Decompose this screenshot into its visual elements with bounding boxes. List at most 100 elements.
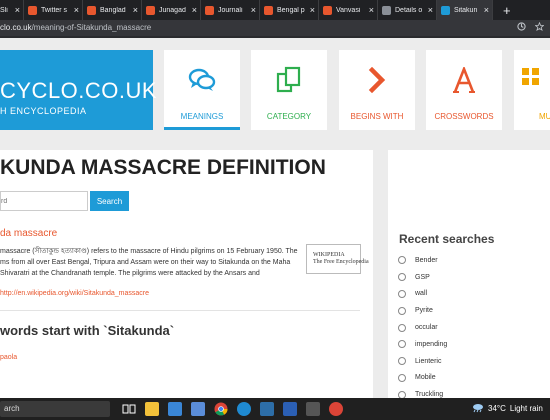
recent-search-item[interactable]: Pyrite [398,302,447,319]
mail-envelope-icon[interactable] [260,402,274,416]
recent-search-label: GSP [415,273,430,281]
tab-close-icon[interactable]: × [192,5,197,15]
circle-bullet-icon [398,373,406,382]
tab-close-icon[interactable]: × [428,5,433,15]
search-button[interactable]: Search [90,191,129,211]
circle-bullet-icon [398,323,406,332]
word-icon[interactable] [283,402,297,416]
recent-search-label: occular [415,324,438,332]
circle-bullet-icon [398,340,406,349]
recent-searches-list: Bender GSP wall Pyrite occular impending Lient… [398,252,447,398]
edge-icon[interactable] [237,402,251,416]
url-text[interactable]: clo.co.uk/meaning-of-Sitakunda_massacre [0,23,151,32]
browser-tab[interactable]: Sli × [0,0,24,20]
tab-close-icon[interactable]: × [369,5,374,15]
wikipedia-source-link[interactable]: http://en.wikipedia.org/wiki/Sitakunda_m… [0,290,149,297]
tab-close-icon[interactable]: × [251,5,256,15]
logo-name: CYCLO.CO.UK [0,78,158,103]
windows-taskbar: arch 34°C Light rain [0,398,550,420]
recent-search-item[interactable]: Mobile [398,370,447,387]
tab-close-icon[interactable]: × [74,5,79,15]
nav-meanings[interactable]: MEANINGS [164,50,240,130]
word-link[interactable]: paola [0,354,17,361]
xbox-icon[interactable] [306,402,320,416]
browser-tab[interactable]: Journali × [201,0,260,20]
tab-favicon-icon [87,5,96,15]
tab-label: Journali [218,6,243,14]
taskbar-search[interactable]: arch [0,401,110,417]
chrome-icon[interactable] [214,402,228,416]
tab-favicon-icon [205,5,214,15]
tab-favicon-icon [382,5,391,15]
tab-close-icon[interactable]: × [133,5,138,15]
nav-label: MEANINGS [180,112,224,121]
weather-condition: Light rain [509,403,543,413]
mail-icon[interactable] [191,402,205,416]
speech-bubbles-icon [164,66,240,94]
documents-icon [251,66,327,94]
tab-label: Banglad [100,6,126,14]
browser-tab[interactable]: Details o × [378,0,437,20]
browser-tab[interactable]: Vanvasi × [319,0,378,20]
chrome-alt-icon[interactable] [329,402,343,416]
browser-tab[interactable]: Junagad × [142,0,201,20]
nav-crosswords[interactable]: CROSSWORDS [426,50,502,130]
site-logo[interactable]: CYCLO.CO.UK H ENCYCLOPEDIA [0,50,157,130]
recent-searches-title: Recent searches [399,232,495,246]
web-page: CYCLO.CO.UK H ENCYCLOPEDIA MEANINGS CATE… [0,38,550,398]
recent-search-item[interactable]: Bender [398,252,447,269]
tab-favicon-icon [441,5,450,15]
nav-label: CROSSWORDS [434,112,494,121]
words-start-heading: words start with `Sitakunda` [0,323,175,338]
weather-widget[interactable]: 34°C Light rain [472,403,543,413]
nav-label: MU [539,112,550,121]
browser-tab[interactable]: Bengal p × [260,0,319,20]
browser-tab[interactable]: Twitter s × [24,0,83,20]
new-tab-button[interactable]: + [493,0,521,20]
recent-search-item[interactable]: wall [398,286,447,303]
recent-search-label: impending [415,340,448,348]
entry-description: massacre (সীতাকুন্ড হত্যাকাণ্ড) refers t… [0,248,298,277]
circle-bullet-icon [398,273,406,282]
recent-search-label: wall [415,290,428,298]
task-view-icon[interactable] [122,402,136,416]
circle-bullet-icon [398,289,406,298]
tab-favicon-icon [264,5,273,15]
tab-favicon-icon [146,5,155,15]
browser-tab[interactable]: Banglad × [83,0,142,20]
extension-icon[interactable] [517,22,526,33]
nav-category[interactable]: CATEGORY [251,50,327,130]
tab-label: Sitakun [454,6,478,14]
recent-search-item[interactable]: GSP [398,269,447,286]
chevron-right-icon [339,66,415,94]
recent-search-item[interactable]: Truckling [398,386,447,398]
file-explorer-icon[interactable] [145,402,159,416]
recent-search-label: Pyrite [415,307,433,315]
entry-title-link[interactable]: da massacre [0,228,57,239]
wikipedia-logo-text: WIKIPEDIA The Free Encyclopedia [313,252,369,265]
url-host: clo.co.uk [0,23,32,32]
browser-tab[interactable]: Sitakun × [437,0,493,20]
recent-search-item[interactable]: impending [398,336,447,353]
letter-a-icon [426,66,502,94]
logo-subtitle: H ENCYCLOPEDIA [0,106,87,116]
address-bar[interactable]: clo.co.uk/meaning-of-Sitakunda_massacre [0,20,550,37]
url-path: /meaning-of-Sitakunda_massacre [31,23,152,32]
wikipedia-logo: WIKIPEDIA The Free Encyclopedia [306,244,369,274]
bookmark-star-icon[interactable] [534,21,545,33]
nav-begins-with[interactable]: BEGINS WITH [339,50,415,130]
tab-close-icon[interactable]: × [484,5,489,15]
tab-close-icon[interactable]: × [310,5,315,15]
photos-icon[interactable] [168,402,182,416]
recent-search-item[interactable]: Lienteric [398,353,447,370]
recent-search-label: Bender [415,256,438,264]
nav-more[interactable]: MU [514,50,550,130]
tab-label: Vanvasi [336,6,361,14]
page-title: KUNDA MASSACRE DEFINITION [0,156,326,179]
tab-label: Details o [395,6,423,14]
tab-close-icon[interactable]: × [15,5,20,15]
recent-search-item[interactable]: occular [398,319,447,336]
tab-favicon-icon [28,5,37,15]
sidebar: Recent searches Bender GSP wall Pyrite occul… [388,150,550,398]
search-input[interactable] [0,191,88,211]
